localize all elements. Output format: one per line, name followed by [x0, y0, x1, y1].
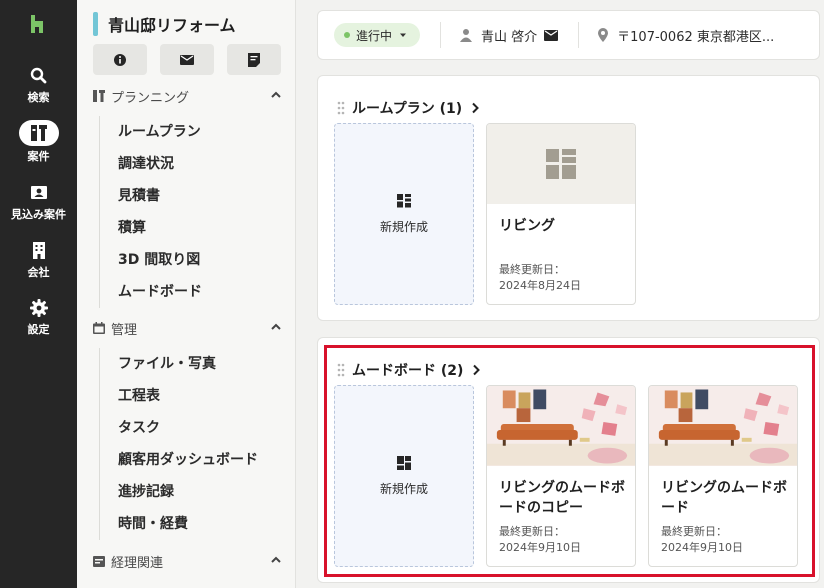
prospect-icon	[30, 186, 47, 199]
client-contact[interactable]: 青山 啓介	[459, 26, 559, 45]
project-topbar: 進行中 青山 啓介 〒107-0062 東京都港区...	[317, 10, 820, 60]
moodboard-card[interactable]: リビングのムードボード 最終更新日： 2024年9月10日	[648, 385, 798, 567]
rail-item-search[interactable]: 検索	[0, 66, 77, 105]
status-label: 進行中	[356, 28, 393, 43]
section-planning[interactable]: プランニング	[93, 86, 283, 106]
sidebar-item-schedule[interactable]: 工程表	[100, 380, 258, 412]
mail-icon[interactable]	[544, 29, 559, 41]
living-room-image	[649, 386, 797, 466]
project-actions	[93, 44, 281, 75]
houzz-logo-icon[interactable]	[27, 14, 47, 34]
planning-list: ルームプラン 調達状況 見積書 積算 3D 間取り図 ムードボード	[99, 116, 202, 308]
status-dropdown[interactable]: 進行中	[334, 23, 421, 47]
moodboard-new-card[interactable]: 新規作成	[334, 385, 474, 567]
gear-icon	[29, 299, 48, 317]
rail-item-projects[interactable]: 案件	[0, 120, 77, 164]
address-text: 〒107-0062 東京都港区...	[617, 29, 775, 45]
drag-handle-icon[interactable]	[336, 363, 346, 377]
sidebar-item-daily-logs[interactable]: 進捗記録	[100, 476, 258, 508]
sidebar-item-3d-floorplan[interactable]: 3D 間取り図	[100, 244, 202, 276]
card-title: リビングのムードボードのコピー	[499, 480, 625, 516]
rail-item-companies[interactable]: 会社	[0, 241, 77, 280]
planning-icon	[93, 90, 105, 102]
sidebar-item-procurement[interactable]: 調達状況	[100, 148, 202, 180]
sidebar-item-tasks[interactable]: タスク	[100, 412, 258, 444]
status-dot	[344, 32, 350, 38]
card-title: リビング	[499, 218, 555, 234]
rail-item-prospects[interactable]: 見込み案件	[0, 183, 77, 222]
project-notes-button[interactable]	[227, 44, 281, 75]
caret-down-icon	[400, 33, 407, 37]
card-updated: 最終更新日： 2024年8月24日	[499, 263, 581, 292]
chevron-up-icon[interactable]	[269, 88, 283, 102]
roomplan-new-card[interactable]: 新規作成	[334, 123, 474, 305]
info-icon	[114, 53, 126, 66]
roomplan-card[interactable]: リビング 最終更新日： 2024年8月24日	[486, 123, 636, 305]
project-mail-button[interactable]	[160, 44, 214, 75]
chevron-up-icon[interactable]	[269, 553, 283, 567]
moodboard-thumbnail	[487, 386, 635, 466]
project-title: 青山邸リフォーム	[108, 16, 236, 35]
project-icon	[30, 125, 47, 141]
sidebar-item-time-expenses[interactable]: 時間・経費	[100, 508, 258, 540]
drag-handle-icon[interactable]	[336, 101, 346, 115]
card-title: リビングのムードボード	[661, 480, 787, 516]
chevron-up-icon[interactable]	[269, 320, 283, 334]
card-updated: 最終更新日： 2024年9月10日	[499, 525, 581, 554]
layout-icon	[397, 193, 411, 207]
calendar-icon	[93, 322, 105, 334]
sidebar-item-takeoff[interactable]: 積算	[100, 212, 202, 244]
project-header: 青山邸リフォーム	[93, 12, 236, 36]
building-icon	[32, 242, 45, 259]
client-name: 青山 啓介	[481, 29, 538, 45]
floorplan-icon	[546, 149, 576, 179]
chevron-right-icon[interactable]	[470, 102, 480, 114]
sidebar-item-files-photos[interactable]: ファイル・写真	[100, 348, 258, 380]
section-management[interactable]: 管理	[93, 318, 283, 338]
moodboard-icon	[397, 455, 411, 470]
sidebar-item-roomplan[interactable]: ルームプラン	[100, 116, 202, 148]
moodboard-panel: ムードボード (2) 新規作成 リビングのムードボードのコピー 最終更新日： 2…	[317, 337, 820, 583]
project-color-bar	[93, 12, 98, 36]
card-updated: 最終更新日： 2024年9月10日	[661, 525, 743, 554]
sidebar-item-client-dashboard[interactable]: 顧客用ダッシュボード	[100, 444, 258, 476]
location-pin-icon	[598, 28, 609, 42]
management-list: ファイル・写真 工程表 タスク 顧客用ダッシュボード 進捗記録 時間・経費	[99, 348, 258, 540]
project-info-button[interactable]	[93, 44, 147, 75]
chevron-right-icon[interactable]	[471, 364, 481, 376]
rail-item-settings[interactable]: 設定	[0, 298, 77, 337]
roomplan-panel: ルームプラン (1) 新規作成 リビング 最終更新日： 2024年8月24日	[317, 75, 820, 321]
notes-icon	[248, 52, 260, 67]
nav-rail: 検索 案件 見込み案件 会社 設定	[0, 0, 77, 588]
moodboard-card[interactable]: リビングのムードボードのコピー 最終更新日： 2024年9月10日	[486, 385, 636, 567]
moodboard-title[interactable]: ムードボード (2)	[336, 360, 481, 380]
living-room-image	[487, 386, 635, 466]
sidebar-item-estimate[interactable]: 見積書	[100, 180, 202, 212]
moodboard-thumbnail	[649, 386, 797, 466]
mail-icon	[180, 54, 194, 65]
accounting-icon	[93, 556, 105, 567]
person-icon	[460, 29, 473, 42]
project-address[interactable]: 〒107-0062 東京都港区...	[597, 26, 774, 45]
section-accounting[interactable]: 経理関連	[93, 551, 283, 571]
search-icon	[30, 67, 46, 84]
roomplan-thumbnail	[487, 124, 635, 204]
roomplan-title[interactable]: ルームプラン (1)	[336, 98, 480, 118]
project-sidebar: 青山邸リフォーム プランニング ルームプラン 調達状況 見積書 積算 3D 間取…	[77, 0, 296, 588]
sidebar-item-moodboard[interactable]: ムードボード	[100, 276, 202, 308]
